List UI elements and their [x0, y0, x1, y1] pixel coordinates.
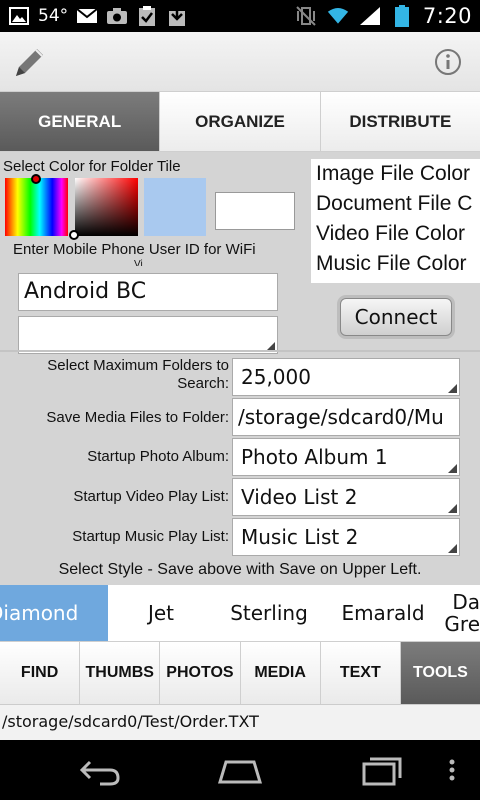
file-color-item[interactable]: Music File Color: [311, 249, 480, 279]
menu-icon[interactable]: [440, 754, 464, 786]
tab-distribute[interactable]: DISTRIBUTE: [320, 92, 480, 152]
pencil-icon[interactable]: [12, 44, 48, 80]
tab-text[interactable]: TEXT: [320, 641, 401, 704]
gallery-icon: [8, 5, 30, 27]
tab-media[interactable]: MEDIA: [240, 641, 321, 704]
file-path: /storage/sdcard0/Test/Order.TXT: [0, 704, 480, 740]
status-bar: 54° 7:20: [0, 0, 480, 32]
hue-picker[interactable]: [5, 178, 68, 236]
tab-photos[interactable]: PHOTOS: [160, 641, 241, 704]
save-media-label: Save Media Files to Folder:: [46, 409, 229, 426]
home-icon[interactable]: [216, 754, 264, 786]
connect-button[interactable]: Connect: [340, 298, 452, 336]
dropdown-corner-icon: [448, 544, 457, 553]
style-label-cont: Gre: [444, 612, 480, 636]
style-sterling[interactable]: Sterling: [214, 585, 324, 641]
style-hint: Select Style - Save above with Save on U…: [58, 561, 422, 578]
file-color-item[interactable]: Document File C: [311, 189, 480, 219]
user-id-field[interactable]: Android BC: [18, 273, 278, 311]
camera-icon: [106, 5, 128, 27]
file-color-list: Image File Color Document File C Video F…: [311, 159, 480, 283]
secondary-id-field[interactable]: [18, 316, 278, 354]
signal-icon: [359, 5, 381, 27]
tab-thumbs[interactable]: THUMBS: [80, 641, 161, 704]
save-media-value: /storage/sdcard0/Mu: [238, 405, 444, 429]
shade-picker-handle[interactable]: [69, 230, 79, 240]
tab-tools[interactable]: TOOLS: [400, 641, 480, 704]
bottom-tabs: FIND THUMBS PHOTOS MEDIA TEXT TOOLS: [0, 641, 480, 704]
dropdown-corner-icon: [448, 504, 457, 513]
folder-color-preview: [144, 178, 206, 236]
file-color-item[interactable]: Video File Color: [311, 219, 480, 249]
recent-apps-icon[interactable]: [358, 754, 406, 786]
photo-album-label: Startup Photo Album:: [87, 448, 229, 465]
download-bag-icon: [166, 5, 188, 27]
wifi-label: Enter Mobile Phone User ID for WiFi: [13, 241, 256, 258]
dropdown-corner-icon: [448, 464, 457, 473]
action-bar: [0, 32, 480, 92]
shade-picker[interactable]: [75, 178, 138, 236]
style-jet[interactable]: Jet: [108, 585, 214, 641]
music-list-label: Startup Music Play List:: [72, 528, 229, 545]
status-right: 7:20: [295, 4, 472, 28]
temperature: 54°: [38, 6, 69, 26]
battery-icon: [391, 5, 413, 27]
video-list-label: Startup Video Play List:: [73, 488, 229, 505]
max-folders-value: 25,000: [241, 365, 311, 389]
video-list-select[interactable]: Video List 2: [232, 478, 460, 516]
folder-tile-label: Select Color for Folder Tile: [3, 158, 181, 175]
photo-album-value: Photo Album 1: [241, 445, 388, 469]
file-color-item[interactable]: Image File Color: [311, 159, 480, 189]
tab-find[interactable]: FIND: [0, 641, 81, 704]
style-diamond[interactable]: Diamond: [0, 585, 108, 641]
max-folders-field[interactable]: 25,000: [232, 358, 460, 396]
max-folders-label: Select Maximum Folders to: [47, 357, 229, 374]
wifi-label-cont: Vi: [134, 259, 143, 266]
info-icon[interactable]: [434, 48, 462, 76]
style-label: Da: [452, 590, 480, 614]
mail-icon: [76, 5, 98, 27]
style-dark-green[interactable]: Da Gre: [442, 585, 480, 641]
save-media-field[interactable]: /storage/sdcard0/Mu: [232, 398, 460, 436]
user-id-value: Android BC: [24, 279, 147, 304]
back-icon[interactable]: [76, 754, 124, 786]
style-emarald[interactable]: Emarald: [324, 585, 442, 641]
status-left: 54°: [8, 4, 188, 28]
general-panel: Select Color for Folder Tile Image File …: [0, 152, 480, 585]
dropdown-corner-icon: [448, 384, 457, 393]
hue-picker-handle[interactable]: [31, 174, 41, 184]
tab-general[interactable]: GENERAL: [0, 92, 161, 152]
clock: 7:20: [422, 4, 472, 28]
navigation-bar: [0, 740, 480, 800]
max-folders-label-cont: Search:: [177, 375, 229, 392]
wifi-icon: [327, 5, 349, 27]
clipboard-check-icon: [136, 5, 158, 27]
photo-album-select[interactable]: Photo Album 1: [232, 438, 460, 476]
music-list-select[interactable]: Music List 2: [232, 518, 460, 556]
video-list-value: Video List 2: [241, 485, 358, 509]
top-tabs: GENERAL ORGANIZE DISTRIBUTE: [0, 92, 480, 152]
music-list-value: Music List 2: [241, 525, 359, 549]
style-label: Diamond: [0, 601, 79, 625]
section-divider: [0, 350, 480, 352]
color-value-field[interactable]: [215, 192, 295, 230]
vibrate-icon: [295, 5, 317, 27]
style-selector: Diamond Jet Sterling Emarald Da Gre: [0, 585, 480, 641]
tab-organize[interactable]: ORGANIZE: [160, 92, 321, 152]
